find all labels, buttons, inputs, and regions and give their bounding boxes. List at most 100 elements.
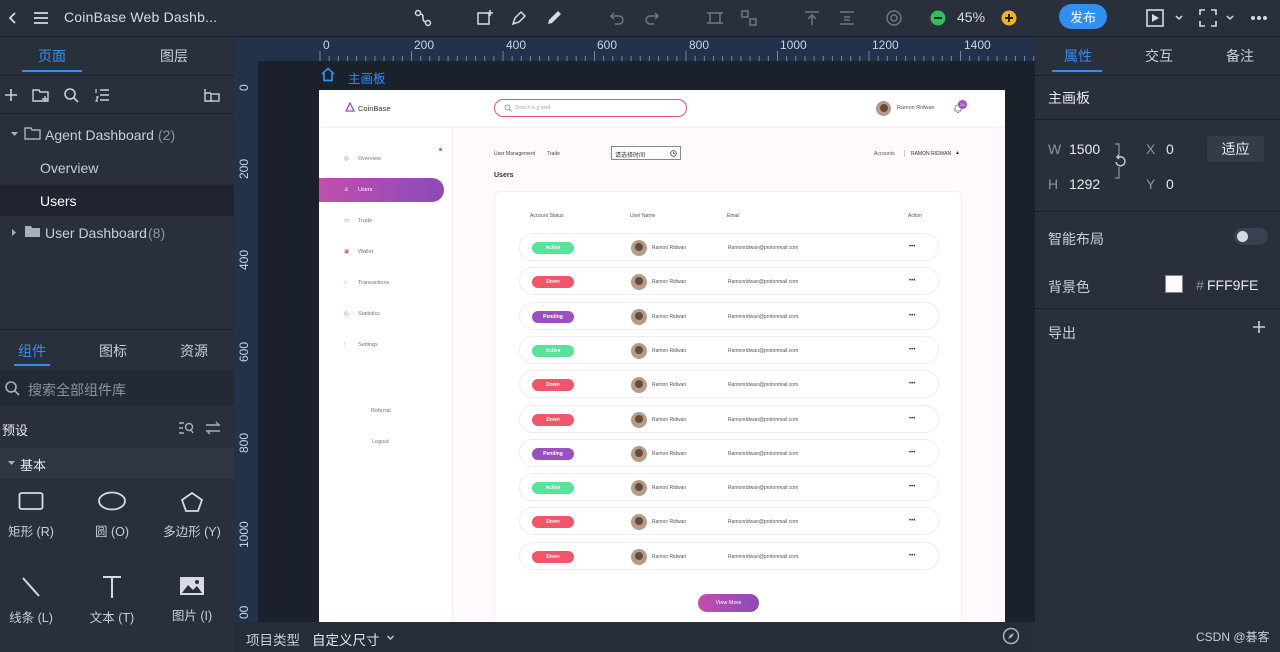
table-row[interactable]: Active Ramon Ridwan Ramonridwan@protonmail…	[519, 233, 939, 261]
y-input[interactable]: 0	[1166, 176, 1174, 192]
row-action-menu[interactable]: •••	[909, 553, 915, 559]
component-polygon[interactable]: 多边形 (Y)	[153, 491, 231, 540]
component-circle[interactable]: 圆 (O)	[73, 491, 151, 540]
table-row[interactable]: Active Ramon Ridwan Ramonridwan@protonmail…	[519, 473, 939, 502]
component-rectangle[interactable]: 矩形 (R)	[0, 491, 70, 540]
row-action-menu[interactable]: •••	[909, 347, 915, 353]
tree-page-overview[interactable]: Overview	[0, 152, 234, 183]
chevron-down-icon[interactable]	[386, 634, 395, 642]
pencil-icon[interactable]	[543, 7, 565, 29]
mock-date-picker[interactable]: 请选择时间	[611, 146, 681, 160]
table-row[interactable]: Down Ramon Ridwan Ramonridwan@protonmail.c…	[519, 541, 939, 570]
design-canvas[interactable]: 0 200 400 600 800 1000 1200 1400 0 200 4…	[234, 37, 1035, 622]
component-search[interactable]: 搜索全部组件库	[0, 370, 234, 405]
tab-icons[interactable]: 图标	[99, 341, 127, 361]
tab-properties[interactable]: 属性	[1064, 46, 1092, 66]
artboard-label[interactable]: 主画板	[348, 68, 386, 87]
align-top-icon[interactable]	[801, 7, 823, 29]
table-row[interactable]: Active Ramon Ridwan Ramonridwan@protonmail…	[519, 335, 939, 364]
mock-sidebar-transactions[interactable]: Transactions	[358, 280, 389, 286]
mock-breadcrumb-1[interactable]: User Management	[494, 151, 535, 157]
more-options-icon[interactable]	[1248, 7, 1270, 29]
component-line[interactable]: 线条 (L)	[0, 575, 70, 626]
tree-folder-user-dashboard[interactable]: User Dashboard (8)	[0, 217, 234, 248]
row-action-menu[interactable]: •••	[909, 278, 915, 284]
align-middle-icon[interactable]	[836, 7, 858, 29]
pen-tool-icon[interactable]	[508, 7, 530, 29]
settings-circle-icon[interactable]	[883, 7, 905, 29]
component-text[interactable]: 文本 (T)	[73, 575, 151, 626]
row-action-menu[interactable]: •••	[909, 484, 915, 490]
table-row[interactable]: Down Ramon Ridwan Ramonridwan@protonmail.c…	[519, 507, 939, 536]
chevron-down-icon[interactable]	[1168, 7, 1190, 29]
tab-notes[interactable]: 备注	[1226, 46, 1254, 66]
publish-button[interactable]: 发布	[1059, 4, 1107, 29]
height-input[interactable]: 1292	[1069, 176, 1100, 192]
background-color-input[interactable]: FFF9FE	[1207, 277, 1258, 293]
tab-components[interactable]: 组件	[18, 341, 46, 361]
table-row[interactable]: Down Ramon Ridwan Ramonridwan@protonmail.c…	[519, 370, 939, 399]
mock-sidebar-trade[interactable]: Trade	[358, 218, 372, 224]
add-export-icon[interactable]	[1252, 320, 1266, 334]
tab-interaction[interactable]: 交互	[1145, 46, 1173, 66]
row-action-menu[interactable]: •••	[909, 416, 915, 422]
undo-icon[interactable]	[606, 7, 628, 29]
basic-section-header[interactable]: 基本	[0, 448, 234, 478]
mock-sidebar-users[interactable]: Users	[358, 187, 372, 193]
compass-icon[interactable]	[1002, 627, 1020, 645]
zoom-in-icon[interactable]	[998, 7, 1020, 29]
lock-ratio-icon[interactable]	[1112, 142, 1126, 180]
menu-icon[interactable]	[30, 7, 52, 29]
caret-down-icon[interactable]	[10, 130, 19, 139]
artboard[interactable]: CoinBase Search e.g card Ramon Ridwan 24…	[319, 90, 1005, 622]
play-preview-icon[interactable]	[1145, 7, 1167, 29]
mock-referral[interactable]: Referral	[371, 408, 391, 414]
add-folder-icon[interactable]	[32, 87, 50, 105]
grid-icon[interactable]	[738, 7, 760, 29]
chevron-down-icon[interactable]	[1219, 7, 1241, 29]
zoom-level[interactable]: 45%	[957, 9, 985, 25]
fullscreen-icon[interactable]	[1197, 7, 1219, 29]
background-color-swatch[interactable]	[1165, 275, 1183, 293]
row-action-menu[interactable]: •••	[909, 518, 915, 524]
page-settings-icon[interactable]	[203, 87, 221, 105]
mock-accounts[interactable]: Accounts	[874, 151, 895, 157]
width-input[interactable]: 1500	[1069, 141, 1100, 157]
tab-pages[interactable]: 页面	[38, 46, 66, 66]
fit-button[interactable]: 适应	[1207, 136, 1264, 162]
tab-assets[interactable]: 资源	[180, 341, 208, 361]
table-row[interactable]: Pending Ramon Ridwan Ramonridwan@protonmai…	[519, 438, 939, 467]
search-icon[interactable]	[63, 87, 81, 105]
mock-sidebar-overview[interactable]: Overview	[358, 156, 381, 162]
mock-sidebar-settings[interactable]: Settings	[358, 342, 378, 348]
search-input[interactable]: 搜索全部组件库	[28, 380, 126, 400]
table-row[interactable]: Down Ramon Ridwan Ramonridwan@protonmail.c…	[519, 404, 939, 433]
mock-account-user[interactable]: RAMON RIDWAN	[911, 151, 951, 157]
swap-icon[interactable]	[205, 421, 221, 435]
caret-right-icon[interactable]	[10, 228, 19, 237]
component-image[interactable]: 图片 (I)	[153, 575, 231, 624]
sort-icon[interactable]	[94, 87, 112, 105]
frame-crop-icon[interactable]	[704, 7, 726, 29]
add-page-icon[interactable]	[3, 87, 21, 105]
row-action-menu[interactable]: •••	[909, 244, 915, 250]
mock-logout[interactable]: Logout	[372, 439, 389, 445]
add-frame-icon[interactable]	[474, 7, 496, 29]
mock-sidebar-wallet[interactable]: Wallet	[358, 249, 373, 255]
row-action-menu[interactable]: •••	[909, 313, 915, 319]
table-row[interactable]: Down Ramon Ridwan Ramonridwan@protonmail.c…	[519, 267, 939, 296]
path-tool-icon[interactable]	[412, 7, 434, 29]
redo-icon[interactable]	[641, 7, 663, 29]
mock-search[interactable]: Search e.g card	[494, 99, 687, 117]
row-action-menu[interactable]: •••	[909, 381, 915, 387]
x-input[interactable]: 0	[1166, 141, 1174, 157]
filter-search-icon[interactable]	[178, 421, 194, 435]
zoom-out-icon[interactable]	[927, 7, 949, 29]
mock-breadcrumb-2[interactable]: Trade	[547, 151, 560, 157]
project-type-select[interactable]: 自定义尺寸	[312, 629, 380, 649]
mock-sidebar-statistics[interactable]: Statistics	[358, 311, 380, 317]
back-icon[interactable]	[2, 7, 24, 29]
smart-layout-toggle[interactable]	[1234, 228, 1268, 245]
tree-folder-agent-dashboard[interactable]: Agent Dashboard (2)	[0, 119, 234, 150]
tab-layers[interactable]: 图层	[160, 46, 188, 66]
